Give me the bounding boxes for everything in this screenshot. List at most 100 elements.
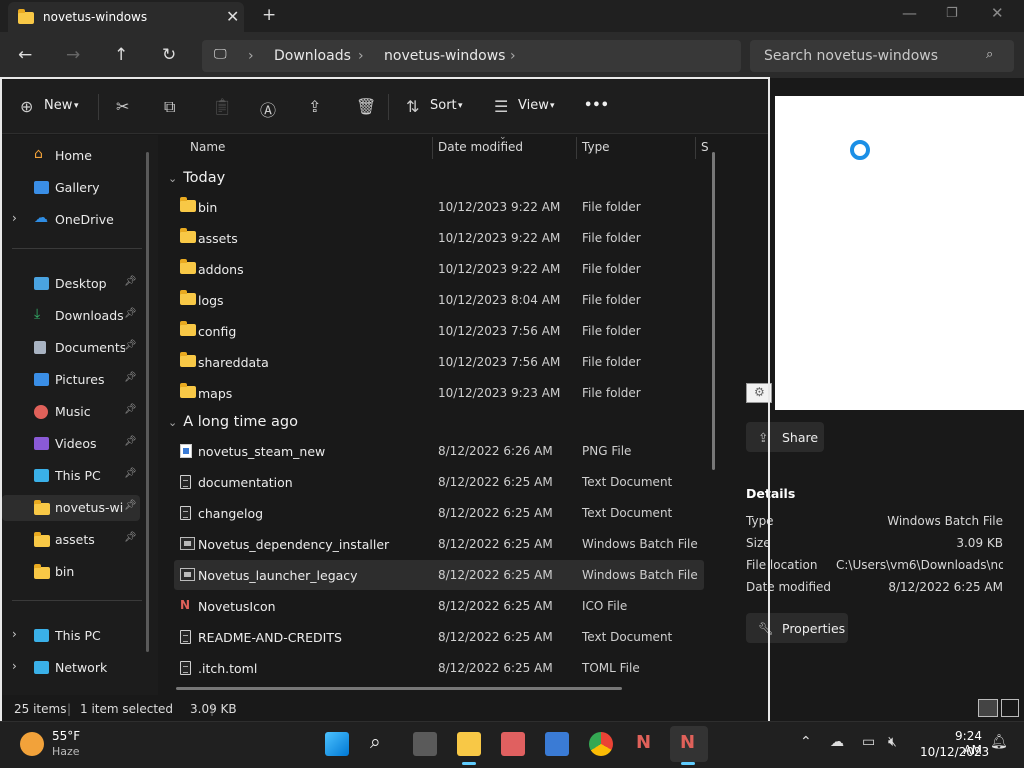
chevron-right-icon[interactable]: › [510,48,516,64]
forward-icon[interactable]: → [66,45,80,65]
new-tab-button[interactable]: + [262,5,276,25]
list-item[interactable]: novetus_steam_new 8/12/2022 6:26 AM PNG … [174,436,704,466]
column-header-date-modified[interactable]: Date modified [438,140,523,154]
list-item[interactable]: documentation 8/12/2022 6:25 AM Text Doc… [174,467,704,497]
pin-icon[interactable]: 📌︎ [124,308,137,319]
pin-icon[interactable]: 📌︎ [124,500,137,511]
sidebar-item-home[interactable]: ⌂ Home [2,143,140,169]
horizontal-scrollbar[interactable] [176,687,622,690]
vertical-scrollbar[interactable] [712,152,715,470]
list-item[interactable]: logs 10/12/2023 8:04 AM File folder [174,285,704,315]
list-item[interactable]: N NovetusIcon 8/12/2022 6:25 AM ICO File [174,591,704,621]
divider[interactable] [576,137,577,159]
rename-icon[interactable]: Ⓐ [260,97,276,121]
sort-icon[interactable]: ⇅ [406,97,419,116]
breadcrumb-novetus-windows[interactable]: novetus-windows [384,48,505,64]
back-icon[interactable]: ← [18,45,32,65]
chevron-right-icon[interactable]: › [12,659,17,673]
list-item[interactable]: changelog 8/12/2022 6:25 AM Text Documen… [174,498,704,528]
weather-icon[interactable] [20,732,44,756]
list-item[interactable]: assets 10/12/2023 9:22 AM File folder [174,223,704,253]
list-item[interactable]: maps 10/12/2023 9:23 AM File folder [174,378,704,408]
refresh-icon[interactable]: ↻ [162,45,176,65]
sidebar-item-bin[interactable]: bin [2,559,140,585]
delete-icon[interactable]: 🗑︎ [356,97,376,116]
start-icon[interactable] [325,732,349,756]
chevron-right-icon[interactable]: › [12,211,17,225]
group-header-a-long-time-ago[interactable]: ⌄ A long time ago [168,414,298,430]
properties-button[interactable]: 🔧︎ Properties [746,613,848,643]
sidebar-item-videos[interactable]: Videos 📌︎ [2,431,140,457]
pin-icon[interactable]: 📌︎ [124,404,137,415]
sidebar-item-gallery[interactable]: Gallery [2,175,140,201]
details-view-icon[interactable] [978,699,998,717]
tab-novetus-windows[interactable]: novetus-windows ✕ [8,2,244,32]
list-item[interactable]: .itch.toml 8/12/2022 6:25 AM TOML File [174,653,704,683]
notification-icon[interactable]: 🔔︎ [990,734,1008,750]
file-explorer-icon[interactable] [457,732,481,756]
column-header-size[interactable]: S [701,140,709,154]
group-header-today[interactable]: ⌄ Today [168,170,225,186]
pin-icon[interactable]: 📌︎ [124,468,137,479]
sidebar-item-this-pc-pinned[interactable]: This PC 📌︎ [2,463,140,489]
view-button[interactable]: View [518,98,549,113]
chrome-icon[interactable] [589,732,613,756]
task-view-icon[interactable] [413,732,437,756]
breadcrumb-downloads[interactable]: Downloads [274,48,351,64]
weather-temp[interactable]: 55°F [52,729,80,743]
sidebar-item-assets[interactable]: assets 📌︎ [2,527,140,553]
pin-icon[interactable]: 📌︎ [124,372,137,383]
list-item-selected[interactable]: Novetus_launcher_legacy 8/12/2022 6:25 A… [174,560,704,590]
chevron-up-icon[interactable]: ⌃ [800,734,812,750]
sidebar-item-novetus-windows[interactable]: novetus-windows 📌︎ [2,495,140,521]
app-icon[interactable] [501,732,525,756]
chevron-right-icon[interactable]: › [12,627,17,641]
weather-desc[interactable]: Haze [52,745,80,758]
pin-icon[interactable]: 📌︎ [124,340,137,351]
app-icon[interactable] [545,732,569,756]
minimize-icon[interactable]: — [902,4,917,22]
paste-icon[interactable]: 📋︎ [212,97,232,116]
sidebar-item-music[interactable]: Music 📌︎ [2,399,140,425]
close-tab-icon[interactable]: ✕ [226,7,239,26]
address-bar[interactable]: 🖵 › Downloads › novetus-windows › [202,40,741,72]
list-item[interactable]: shareddata 10/12/2023 7:56 AM File folde… [174,347,704,377]
maximize-icon[interactable]: ❐ [946,6,958,21]
tiles-view-icon[interactable] [1001,699,1019,717]
list-item[interactable]: bin 10/12/2023 9:22 AM File folder [174,192,704,222]
plus-icon[interactable]: ⊕ [20,97,33,116]
volume-muted-icon[interactable]: 🔇︎ [888,734,897,750]
copy-icon[interactable]: ⧉ [164,97,175,117]
display-icon[interactable]: ▭ [862,734,875,750]
search-box[interactable]: Search novetus-windows ⌕ [750,40,1014,72]
list-item[interactable]: README-AND-CREDITS 8/12/2022 6:25 AM Tex… [174,622,704,652]
view-icon[interactable]: ☰ [494,97,508,116]
divider[interactable] [695,137,696,159]
sidebar-scrollbar[interactable] [146,152,149,652]
sidebar-item-network[interactable]: › Network [2,655,140,681]
pin-icon[interactable]: 📌︎ [124,276,137,287]
sidebar-item-documents[interactable]: Documents 📌︎ [2,335,140,361]
sidebar-item-onedrive[interactable]: › ☁ OneDrive [2,207,140,233]
sidebar-item-this-pc[interactable]: › This PC [2,623,140,649]
search-input[interactable]: Search novetus-windows [764,48,938,64]
share-button[interactable]: ⇪ Share [746,422,824,452]
pin-icon[interactable]: 📌︎ [124,436,137,447]
column-header-type[interactable]: Type [582,140,610,154]
list-item[interactable]: Novetus_dependency_installer 8/12/2022 6… [174,529,704,559]
list-item[interactable]: config 10/12/2023 7:56 AM File folder [174,316,704,346]
clock-date[interactable]: 10/12/2023 [920,745,989,759]
close-window-icon[interactable]: ✕ [991,4,1004,22]
more-options-button[interactable]: ••• [584,98,609,113]
new-button[interactable]: New [44,98,72,113]
pin-icon[interactable]: 📌︎ [124,532,137,543]
novetus-icon[interactable]: N [636,732,651,753]
list-item[interactable]: addons 10/12/2023 9:22 AM File folder [174,254,704,284]
sidebar-item-downloads[interactable]: ⤓ Downloads 📌︎ [2,303,140,329]
search-icon[interactable]: ⌕ [370,731,381,753]
up-icon[interactable]: ↑ [114,45,128,65]
sort-button[interactable]: Sort [430,98,457,113]
cut-icon[interactable]: ✂ [116,97,129,116]
share-icon[interactable]: ⇪ [308,97,321,116]
sidebar-item-desktop[interactable]: Desktop 📌︎ [2,271,140,297]
